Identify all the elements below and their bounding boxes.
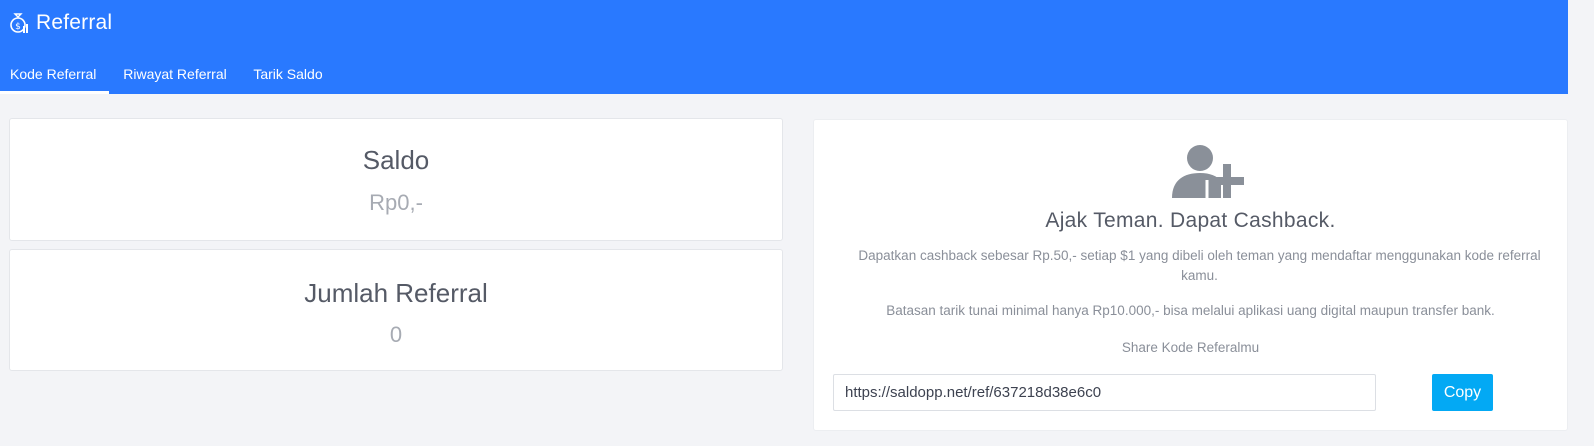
tab-riwayat-referral[interactable]: Riwayat Referral — [109, 54, 241, 94]
referral-count-card: Jumlah Referral 0 — [9, 249, 783, 371]
referral-count-value: 0 — [389, 322, 403, 347]
invite-description: Dapatkan cashback sebesar Rp.50,- setiap… — [858, 248, 1541, 283]
saldo-value: Rp0,- — [369, 190, 423, 215]
copy-button[interactable]: Copy — [1432, 374, 1493, 411]
page-title: $ Referral — [8, 8, 112, 38]
app-header: $ Referral Kode Referral Riwayat Referra… — [0, 0, 1568, 94]
svg-text:$: $ — [15, 22, 21, 32]
referral-link-input[interactable] — [833, 374, 1376, 411]
page-scrollbar[interactable] — [1568, 0, 1594, 446]
tab-kode-referral[interactable]: Kode Referral — [0, 54, 109, 94]
saldo-label: Saldo — [362, 145, 430, 175]
share-label: Share Kode Referalmu — [1121, 340, 1260, 355]
saldo-card: Saldo Rp0,- — [9, 118, 783, 241]
header-title-text: Referral — [36, 11, 113, 34]
referral-count-label: Jumlah Referral — [304, 278, 488, 308]
add-user-icon — [1170, 144, 1246, 200]
money-bag-icon: $ — [8, 11, 30, 35]
tab-tarik-saldo[interactable]: Tarik Saldo — [241, 54, 335, 94]
withdraw-limit-note: Batasan tarik tunai minimal hanya Rp10.0… — [886, 303, 1495, 318]
invite-card: Ajak Teman. Dapat Cashback. Dapatkan cas… — [813, 119, 1568, 431]
tab-bar: Kode Referral Riwayat Referral Tarik Sal… — [0, 54, 335, 94]
invite-title: Ajak Teman. Dapat Cashback. — [1045, 209, 1336, 232]
